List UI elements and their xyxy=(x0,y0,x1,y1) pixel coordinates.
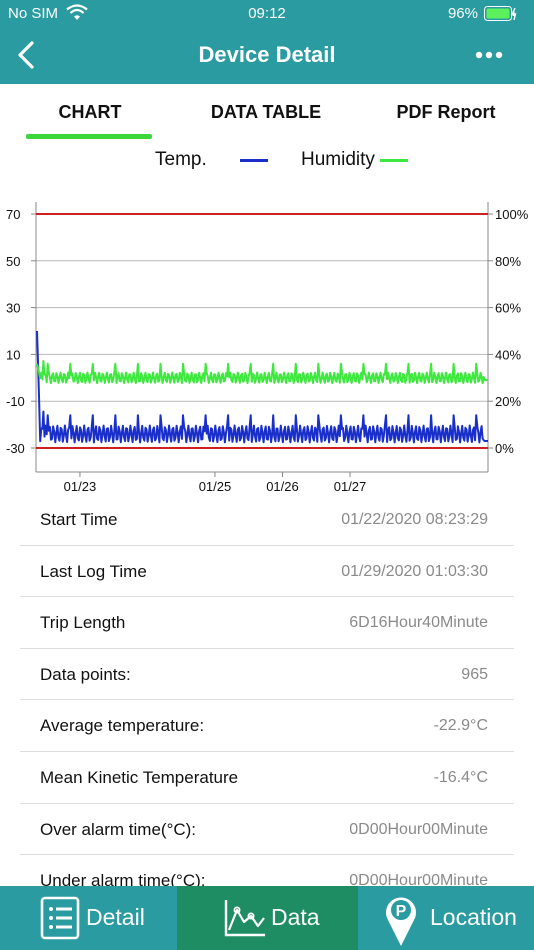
detail-row-average-temperature: Average temperature: -22.9°C xyxy=(20,700,514,752)
detail-label: Last Log Time xyxy=(40,561,147,581)
y-tick-label-left: -30 xyxy=(6,441,25,456)
y-tick-label-left: 50 xyxy=(6,254,20,269)
detail-value: -22.9°C xyxy=(433,717,488,735)
detail-row-trip-length: Trip Length 6D16Hour40Minute xyxy=(20,597,514,649)
detail-row-last-log-time: Last Log Time 01/29/2020 01:03:30 xyxy=(20,546,514,598)
more-icon[interactable] xyxy=(474,42,504,68)
detail-value: 965 xyxy=(461,665,488,683)
detail-row-over-alarm-time: Over alarm time(°C): 0D00Hour00Minute xyxy=(20,804,514,856)
y-tick-label-left: -10 xyxy=(6,394,25,409)
y-tick-label-right: 80% xyxy=(495,254,521,269)
detail-label: Start Time xyxy=(40,510,118,529)
detail-value: 6D16Hour40Minute xyxy=(349,614,488,632)
map-pin-icon: P xyxy=(386,897,416,946)
list-icon xyxy=(40,896,80,940)
x-tick-label: 01/26 xyxy=(266,479,299,494)
y-tick-label-left: 10 xyxy=(6,347,20,362)
bottom-nav-data[interactable]: Data xyxy=(177,886,358,950)
legend-humidity-label: Humidity xyxy=(301,149,375,170)
legend-humidity-swatch xyxy=(380,159,408,162)
detail-label: Over alarm time(°C): xyxy=(40,819,197,839)
battery-icon xyxy=(484,6,517,21)
detail-list: Start Time 01/22/2020 08:23:29 Last Log … xyxy=(20,494,514,907)
battery-percent: 96% xyxy=(447,5,478,22)
detail-label: Mean Kinetic Temperature xyxy=(40,767,239,787)
tab-pdf-report[interactable]: PDF Report xyxy=(376,84,516,142)
y-tick-label-right: 20% xyxy=(495,394,521,409)
humidity-series-line xyxy=(36,360,488,385)
y-tick-label-right: 0% xyxy=(495,441,514,456)
svg-text:P: P xyxy=(396,903,407,920)
legend-temp-label: Temp. xyxy=(155,149,207,170)
chart-icon xyxy=(224,900,265,937)
detail-value: 01/29/2020 01:03:30 xyxy=(341,562,488,580)
bottom-nav-detail-label: Detail xyxy=(86,904,145,930)
nav-bar: Device Detail xyxy=(0,28,534,84)
detail-value: -16.4°C xyxy=(433,768,488,786)
x-tick-label: 01/23 xyxy=(64,479,97,494)
bottom-nav-data-label: Data xyxy=(271,904,320,930)
y-tick-label-left: 70 xyxy=(6,207,20,222)
legend-temp-swatch xyxy=(240,159,268,162)
status-bar: No SIM 09:12 96% xyxy=(0,0,534,28)
chart-legend: Temp. Humidity xyxy=(0,148,534,174)
bottom-nav-location-label: Location xyxy=(430,904,517,930)
temperature-series-line xyxy=(36,330,488,444)
y-tick-label-right: 60% xyxy=(495,301,521,316)
detail-value: 0D00Hour00Minute xyxy=(349,820,488,838)
y-tick-label-right: 40% xyxy=(495,347,521,362)
detail-row-mean-kinetic-temperature: Mean Kinetic Temperature -16.4°C xyxy=(20,752,514,804)
tab-data-table[interactable]: DATA TABLE xyxy=(192,84,340,142)
detail-value: 01/22/2020 08:23:29 xyxy=(341,511,488,528)
bottom-nav: Detail Data P Location xyxy=(0,886,534,950)
detail-row-start-time: Start Time 01/22/2020 08:23:29 xyxy=(20,494,514,546)
header: No SIM 09:12 96% Device Detail xyxy=(0,0,534,84)
detail-label: Trip Length xyxy=(40,613,126,633)
tab-bar: CHART DATA TABLE PDF Report xyxy=(0,84,534,144)
detail-label: Data points: xyxy=(40,664,131,684)
y-tick-label-left: 30 xyxy=(6,301,20,316)
bottom-nav-location[interactable]: P Location xyxy=(358,886,534,950)
detail-label: Average temperature: xyxy=(40,716,205,736)
back-button[interactable] xyxy=(10,38,44,72)
active-tab-indicator xyxy=(26,134,152,139)
temperature-humidity-chart[interactable]: 70 50 30 10 -10 -30 100% 80% 60% 40% 20% 0% 01/23 01/… xyxy=(0,184,534,500)
detail-row-data-points: Data points: 965 xyxy=(20,649,514,701)
x-tick-label: 01/25 xyxy=(199,479,232,494)
page-title: Device Detail xyxy=(198,42,336,67)
bottom-nav-detail[interactable]: Detail xyxy=(0,886,177,950)
y-tick-label-right: 100% xyxy=(495,207,529,222)
x-tick-label: 01/27 xyxy=(334,479,367,494)
